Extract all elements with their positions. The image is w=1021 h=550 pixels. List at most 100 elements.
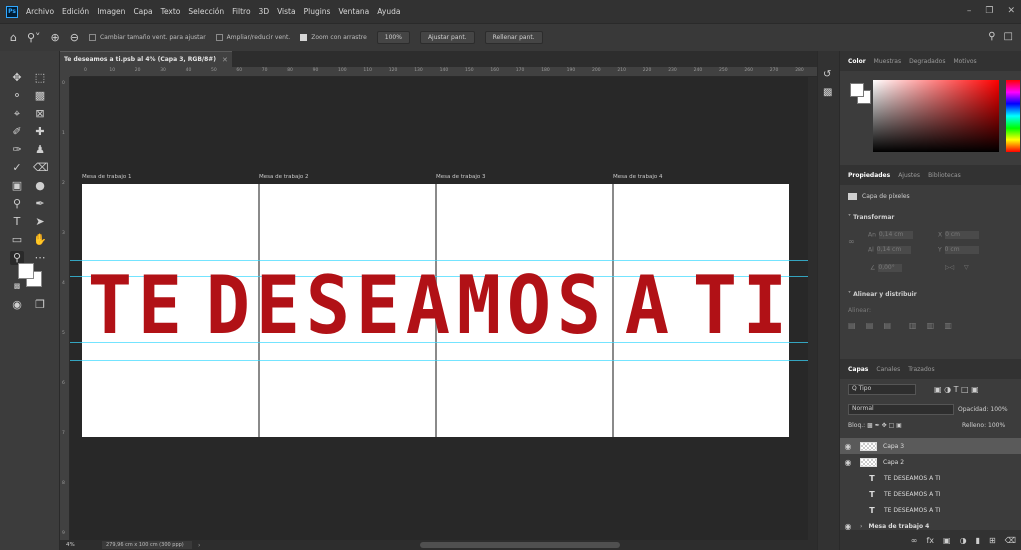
- layer-row[interactable]: ◉ Capa 2: [840, 454, 1021, 470]
- add-mask-icon[interactable]: ▣: [943, 536, 951, 545]
- opacity-field[interactable]: Opacidad: 100%: [958, 406, 1008, 413]
- y-field[interactable]: Y0 cm: [938, 246, 979, 254]
- lasso-tool-icon[interactable]: ⚬: [10, 89, 24, 103]
- fit-screen-button[interactable]: Ajustar pant.: [419, 31, 475, 44]
- tab-bibliotecas[interactable]: Bibliotecas: [928, 172, 961, 179]
- align-bottom-icon[interactable]: ▥: [944, 321, 952, 330]
- transform-header[interactable]: ˅ Transformar: [848, 214, 894, 221]
- menu-filtro[interactable]: Filtro: [232, 7, 250, 16]
- quick-mask-icon[interactable]: ◉: [10, 298, 24, 312]
- horizontal-scrollbar[interactable]: [420, 542, 620, 548]
- banner-text[interactable]: TE DESEAMOS A TI: [82, 271, 789, 341]
- hand-tool-icon[interactable]: ✋: [33, 233, 47, 247]
- artboard-label-4[interactable]: Mesa de trabajo 4: [613, 174, 663, 180]
- menu-imagen[interactable]: Imagen: [97, 7, 125, 16]
- scrubby-zoom-checkbox[interactable]: Zoom con arrastre: [300, 34, 367, 41]
- trash-icon[interactable]: ⌫: [1005, 536, 1016, 545]
- zoom-in-icon[interactable]: ⊕: [51, 31, 60, 44]
- opacity-value[interactable]: 100%: [990, 406, 1007, 413]
- menu-seleccion[interactable]: Selección: [188, 7, 224, 16]
- zoom-100-button[interactable]: 100%: [376, 31, 410, 44]
- menu-ayuda[interactable]: Ayuda: [377, 7, 400, 16]
- horizontal-ruler[interactable]: 0 10 20 30 40 50 60 70 80 90 100 110 120 130 140 150 160…: [70, 67, 817, 77]
- more-tools-icon[interactable]: ⋯: [33, 251, 47, 265]
- layer-row[interactable]: ◉ Capa 3: [840, 438, 1021, 454]
- blur-tool-icon[interactable]: ●: [33, 179, 47, 193]
- fx-icon[interactable]: fx: [926, 536, 934, 545]
- width-input[interactable]: 0,14 cm: [878, 231, 913, 239]
- zoom-out-icon[interactable]: ⊖: [70, 31, 79, 44]
- menu-vista[interactable]: Vista: [277, 7, 296, 16]
- zoom-tool-icon[interactable]: ⚲˅: [27, 31, 41, 44]
- link-icon[interactable]: ∞: [848, 237, 855, 246]
- menu-edicion[interactable]: Edición: [62, 7, 89, 16]
- menu-capa[interactable]: Capa: [133, 7, 152, 16]
- document-size-info[interactable]: 279,96 cm x 100 cm (300 ppp): [102, 541, 192, 549]
- artboard-label-1[interactable]: Mesa de trabajo 1: [82, 174, 132, 180]
- tab-propiedades[interactable]: Propiedades: [848, 172, 890, 179]
- menu-texto[interactable]: Texto: [161, 7, 181, 16]
- link-layers-icon[interactable]: ∞: [911, 536, 918, 545]
- align-header[interactable]: ˅ Alinear y distribuir: [848, 291, 917, 298]
- healing-brush-tool-icon[interactable]: ✚: [33, 125, 47, 139]
- status-menu-chevron-icon[interactable]: ›: [198, 542, 200, 549]
- menu-3d[interactable]: 3D: [259, 7, 270, 16]
- frame-tool-icon[interactable]: ⊠: [33, 107, 47, 121]
- move-tool-icon[interactable]: ✥: [10, 71, 24, 85]
- close-tab-icon[interactable]: ✕: [222, 56, 228, 64]
- guide-line[interactable]: [70, 260, 817, 261]
- screen-mode-icon[interactable]: ❐: [33, 298, 47, 312]
- home-icon[interactable]: ⌂: [10, 31, 17, 44]
- new-group-icon[interactable]: ▮: [976, 536, 980, 545]
- menu-archivo[interactable]: Archivo: [26, 7, 54, 16]
- align-top-icon[interactable]: ▥: [909, 321, 917, 330]
- vertical-scrollbar[interactable]: [808, 77, 817, 540]
- zoom-all-checkbox[interactable]: Ampliar/reducir vent.: [215, 34, 290, 41]
- adjustment-layer-icon[interactable]: ◑: [960, 536, 967, 545]
- document-tab[interactable]: Te deseamos a ti.psb al 4% (Capa 3, RGB/…: [60, 51, 232, 67]
- marquee-tool-icon[interactable]: ⬚: [33, 71, 47, 85]
- minimize-icon[interactable]: –: [967, 6, 972, 16]
- blend-mode-select[interactable]: Normal: [848, 404, 954, 415]
- layer-row[interactable]: T TE DESEAMOS A TI: [840, 486, 1021, 502]
- eyedropper-tool-icon[interactable]: ✐: [10, 125, 24, 139]
- artboard-label-3[interactable]: Mesa de trabajo 3: [436, 174, 486, 180]
- crop-tool-icon[interactable]: ⌖: [10, 107, 24, 121]
- chevron-right-icon[interactable]: ›: [860, 523, 862, 530]
- hue-slider[interactable]: [1006, 80, 1020, 152]
- vertical-ruler[interactable]: 0 1 2 3 4 5 6 7 8 9: [60, 77, 70, 540]
- tab-trazados[interactable]: Trazados: [908, 366, 934, 373]
- tab-degradados[interactable]: Degradados: [909, 58, 945, 65]
- color-picker-field[interactable]: [873, 80, 999, 152]
- artboard-label-2[interactable]: Mesa de trabajo 2: [259, 174, 309, 180]
- tab-ajustes[interactable]: Ajustes: [898, 172, 920, 179]
- stamp-tool-icon[interactable]: ♟: [33, 143, 47, 157]
- tab-color[interactable]: Color: [848, 58, 866, 65]
- x-input[interactable]: 0 cm: [945, 231, 980, 239]
- eye-icon[interactable]: ◉: [840, 442, 856, 451]
- foreground-color-swatch[interactable]: [18, 263, 34, 279]
- layer-row[interactable]: T TE DESEAMOS A TI: [840, 502, 1021, 518]
- x-field[interactable]: X0 cm: [938, 231, 980, 239]
- flip-horizontal-icon[interactable]: ▷◁: [945, 264, 954, 271]
- tab-capas[interactable]: Capas: [848, 366, 868, 373]
- object-select-tool-icon[interactable]: ▩: [33, 89, 47, 103]
- align-center-icon[interactable]: ▤: [866, 321, 874, 330]
- dodge-tool-icon[interactable]: ⚲: [10, 197, 24, 211]
- search-icon[interactable]: ⚲: [988, 31, 995, 42]
- y-input[interactable]: 0 cm: [944, 246, 979, 254]
- layer-row[interactable]: T TE DESEAMOS A TI: [840, 470, 1021, 486]
- resize-windows-checkbox[interactable]: Cambiar tamaño vent. para ajustar: [88, 34, 206, 41]
- fill-field[interactable]: Relleno: 100%: [962, 422, 1005, 429]
- menu-plugins[interactable]: Plugins: [304, 7, 331, 16]
- height-input[interactable]: 0,14 cm: [876, 246, 911, 254]
- layer-filter-select[interactable]: Q Tipo: [848, 384, 916, 395]
- restore-icon[interactable]: ❐: [985, 6, 993, 16]
- default-colors-icon[interactable]: ▩: [10, 279, 24, 293]
- history-brush-tool-icon[interactable]: ✓: [10, 161, 24, 175]
- new-layer-icon[interactable]: ⊞: [989, 536, 996, 545]
- guide-line[interactable]: [70, 360, 817, 361]
- close-icon[interactable]: ✕: [1007, 6, 1015, 16]
- align-right-icon[interactable]: ▤: [883, 321, 891, 330]
- tab-canales[interactable]: Canales: [876, 366, 900, 373]
